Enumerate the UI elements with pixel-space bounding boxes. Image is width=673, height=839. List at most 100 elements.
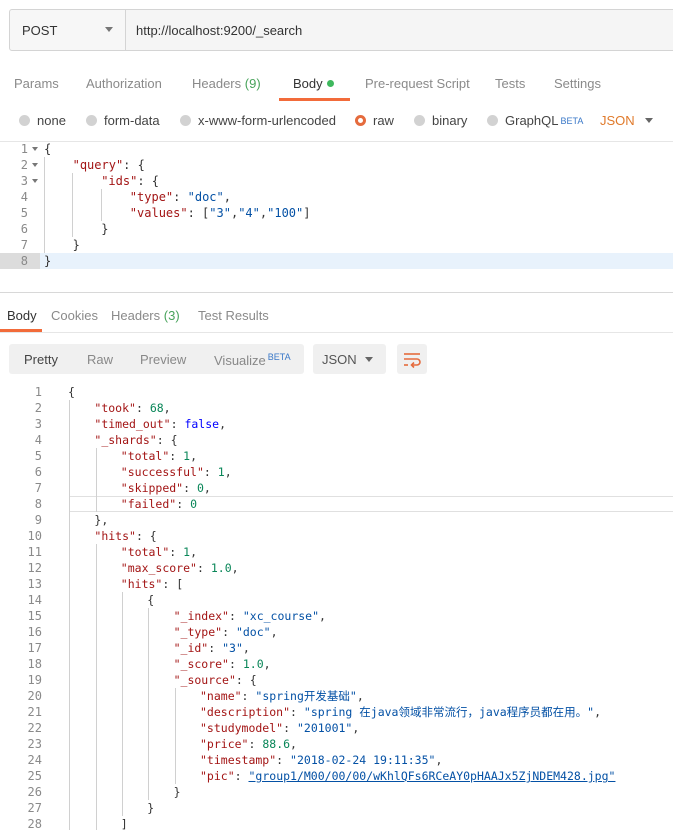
radio-circle-icon [180, 115, 191, 126]
code-line: "_type": "doc", [173, 625, 278, 639]
code-line: "values": ["3","4","100"] [129, 206, 311, 220]
code-line: } [147, 801, 155, 815]
indent-guide [44, 157, 45, 253]
chevron-down-icon [105, 27, 113, 32]
line-number: 15 [27, 609, 42, 623]
radio-raw-label: raw [373, 113, 394, 128]
chevron-down-icon [644, 118, 653, 123]
radio-circle-icon [19, 115, 30, 126]
code-line: "_source": { [173, 673, 257, 687]
line-number: 7 [20, 238, 28, 252]
chevron-down-icon [365, 357, 373, 362]
pane-divider[interactable] [0, 292, 673, 293]
radio-none[interactable]: none [19, 113, 66, 128]
view-visualize-button[interactable]: Visualize BETA [214, 352, 291, 368]
request-tabs: Params Authorization Headers (9) Body Pr… [0, 66, 673, 102]
code-line: } [173, 785, 181, 799]
fold-toggle-icon[interactable] [32, 163, 38, 167]
radio-urlencoded-label: x-www-form-urlencoded [198, 113, 336, 128]
tab-body[interactable]: Body [293, 76, 334, 91]
line-number: 24 [27, 753, 42, 767]
format-label: JSON [600, 113, 635, 128]
line-number: 8 [34, 497, 42, 511]
code-line: "skipped": 0, [120, 481, 211, 495]
code-line: "timed_out": false, [94, 417, 226, 431]
view-preview-button[interactable]: Preview [140, 352, 186, 367]
line-number: 6 [34, 465, 42, 479]
headers-count: (9) [244, 76, 261, 91]
resp-tab-headers[interactable]: Headers (3) [111, 308, 180, 323]
tab-tests[interactable]: Tests [495, 76, 525, 91]
line-number: 28 [27, 817, 42, 831]
method-select[interactable]: POST [10, 10, 126, 50]
code-line: "name": "spring开发基础", [200, 689, 364, 703]
tabs-border [0, 332, 673, 333]
line-number: 4 [34, 433, 42, 447]
view-pretty-button[interactable]: Pretty [24, 352, 58, 367]
indent-guide [101, 189, 102, 221]
wrap-lines-button[interactable] [397, 344, 427, 374]
line-number: 23 [27, 737, 42, 751]
code-line: "_id": "3", [173, 641, 250, 655]
fold-toggle-icon[interactable] [32, 147, 38, 151]
line-number: 11 [27, 545, 42, 559]
tab-headers-label: Headers [192, 76, 242, 91]
line-number: 19 [27, 673, 42, 687]
code-line: { [68, 385, 75, 399]
tab-pre-request-script[interactable]: Pre-request Script [365, 76, 470, 91]
resp-tab-test-results[interactable]: Test Results [198, 308, 269, 323]
indent-guide [96, 544, 97, 830]
radio-graphql[interactable]: GraphQL BETA [487, 113, 583, 128]
line-number: 5 [34, 449, 42, 463]
code-line: "studymodel": "201001", [200, 721, 360, 735]
radio-graphql-label: GraphQL [505, 113, 559, 128]
indent-guide [122, 592, 123, 816]
code-line: } [101, 222, 109, 236]
view-raw-button[interactable]: Raw [87, 352, 113, 367]
radio-raw[interactable]: raw [355, 113, 394, 128]
response-format-select[interactable]: JSON [313, 344, 386, 374]
resp-headers-label: Headers [111, 308, 161, 323]
tab-headers[interactable]: Headers (9) [192, 76, 261, 91]
radio-none-label: none [37, 113, 66, 128]
code-line: "hits": [ [120, 577, 184, 591]
radio-binary[interactable]: binary [414, 113, 467, 128]
code-line: "type": "doc", [129, 190, 231, 204]
line-number: 8 [20, 254, 28, 268]
radio-form-data-label: form-data [104, 113, 160, 128]
code-line: "max_score": 1.0, [120, 561, 239, 575]
code-line: "_index": "xc_course", [173, 609, 326, 623]
active-line-highlight [0, 253, 673, 269]
beta-badge: BETA [267, 352, 291, 362]
line-number: 25 [27, 769, 42, 783]
status-dot-icon [326, 80, 334, 87]
code-line: "ids": { [101, 174, 159, 188]
tab-authorization[interactable]: Authorization [86, 76, 162, 91]
format-select[interactable]: JSON [600, 113, 653, 128]
line-number: 21 [27, 705, 42, 719]
resp-tab-cookies[interactable]: Cookies [51, 308, 98, 323]
line-number: 10 [27, 529, 42, 543]
radio-circle-icon [86, 115, 97, 126]
response-format-label: JSON [322, 352, 357, 367]
indent-guide [96, 448, 97, 512]
line-number: 6 [20, 222, 28, 236]
line-number: 1 [34, 385, 42, 399]
radio-form-data[interactable]: form-data [86, 113, 160, 128]
line-number: 3 [20, 174, 28, 188]
url-input[interactable]: http://localhost:9200/_search [126, 10, 673, 50]
tab-settings[interactable]: Settings [554, 76, 601, 91]
radio-circle-icon [414, 115, 425, 126]
line-number: 26 [27, 785, 42, 799]
fold-toggle-icon[interactable] [32, 179, 38, 183]
tab-params[interactable]: Params [14, 76, 59, 91]
line-number: 9 [34, 513, 42, 527]
beta-badge: BETA [560, 115, 584, 126]
url-bar: POST http://localhost:9200/_search [9, 9, 673, 51]
code-line: } [72, 238, 80, 252]
line-number: 2 [34, 401, 42, 415]
line-number: 14 [27, 593, 42, 607]
resp-tab-body[interactable]: Body [7, 308, 37, 323]
radio-urlencoded[interactable]: x-www-form-urlencoded [180, 113, 336, 128]
code-line: "total": 1, [120, 545, 198, 559]
